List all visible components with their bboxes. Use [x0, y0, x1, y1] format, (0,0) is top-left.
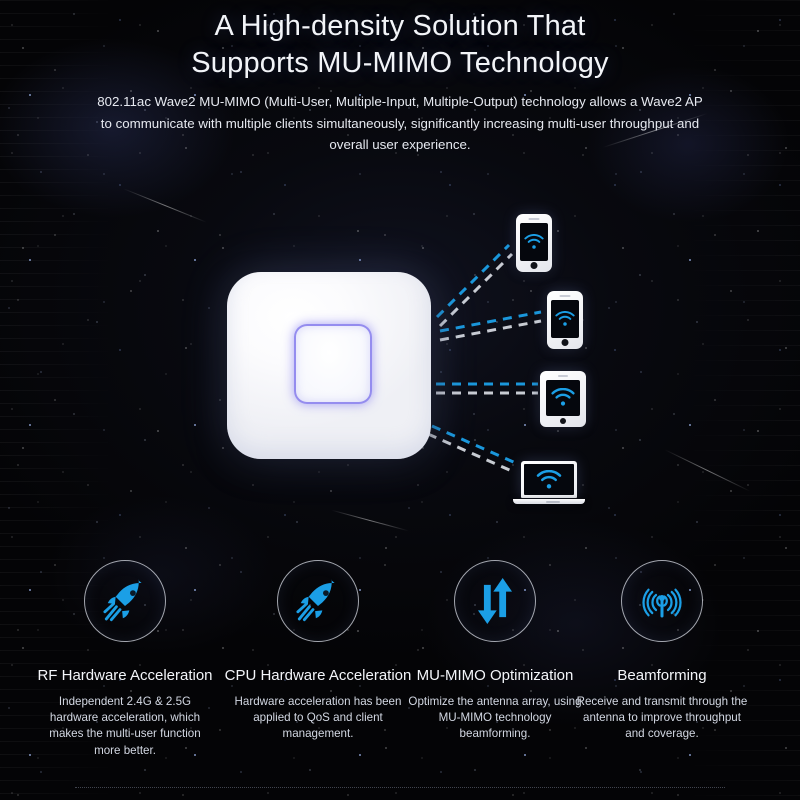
home-button: [561, 338, 569, 346]
bottom-divider: [75, 787, 725, 788]
page-title: A High-density Solution That Supports MU…: [0, 8, 800, 82]
tablet-screen: [546, 379, 580, 416]
laptop-base: [513, 499, 585, 504]
feature-icon-circle: [84, 560, 166, 642]
trackpad-notch: [546, 500, 560, 503]
home-button: [560, 418, 566, 424]
feature-description: Hardware acceleration has been applied t…: [234, 695, 402, 741]
laptop-screen: [524, 464, 574, 495]
feature-title: CPU Hardware Acceleration: [224, 667, 412, 684]
feature-description: Receive and transmit through the antenna…: [576, 695, 748, 741]
speaker-slot: [558, 374, 568, 377]
feature-description: Independent 2.4G & 2.5G hardware acceler…: [49, 695, 201, 757]
speaker-slot: [559, 295, 571, 297]
up-down-arrows-icon: [477, 578, 513, 624]
led-indicator-icon: [294, 324, 372, 404]
feature-title: RF Hardware Acceleration: [37, 667, 213, 684]
feature-icon-circle: [621, 560, 703, 642]
client-smartphone-1: [516, 214, 552, 272]
speaker-slot: [528, 218, 540, 220]
title-line-2: Supports MU-MIMO Technology: [191, 47, 609, 79]
feature-list: RF Hardware Acceleration Independent 2.4…: [0, 560, 800, 790]
wifi-icon: [524, 234, 544, 249]
feature-card-cpu-hardware-acceleration[interactable]: CPU Hardware Acceleration Hardware accel…: [218, 560, 418, 743]
hero-description: 802.11ac Wave2 MU-MIMO (Multi-User, Mult…: [97, 94, 703, 152]
rocket-icon: [103, 579, 142, 622]
laptop-lid: [521, 461, 577, 498]
wifi-icon: [555, 311, 575, 326]
title-line-1: A High-density Solution That: [214, 10, 586, 42]
rocket-icon: [296, 579, 335, 622]
feature-icon-circle: [454, 560, 536, 642]
home-button: [530, 261, 538, 269]
client-laptop: [513, 461, 585, 504]
marketing-banner: A High-density Solution That Supports MU…: [0, 0, 800, 800]
phone-screen: [551, 300, 579, 338]
feature-card-rf-hardware-acceleration[interactable]: RF Hardware Acceleration Independent 2.4…: [25, 560, 225, 759]
feature-title: Beamforming: [617, 667, 707, 684]
client-tablet: [540, 371, 586, 427]
wireless-access-point: [227, 272, 431, 459]
feature-icon-circle: [277, 560, 359, 642]
feature-card-beamforming[interactable]: Beamforming Receive and transmit through…: [562, 560, 762, 743]
client-smartphone-2: [547, 291, 583, 349]
wifi-icon: [551, 388, 575, 406]
wifi-icon: [536, 469, 562, 489]
phone-screen: [520, 223, 548, 261]
antenna-broadcast-icon: [642, 588, 682, 618]
